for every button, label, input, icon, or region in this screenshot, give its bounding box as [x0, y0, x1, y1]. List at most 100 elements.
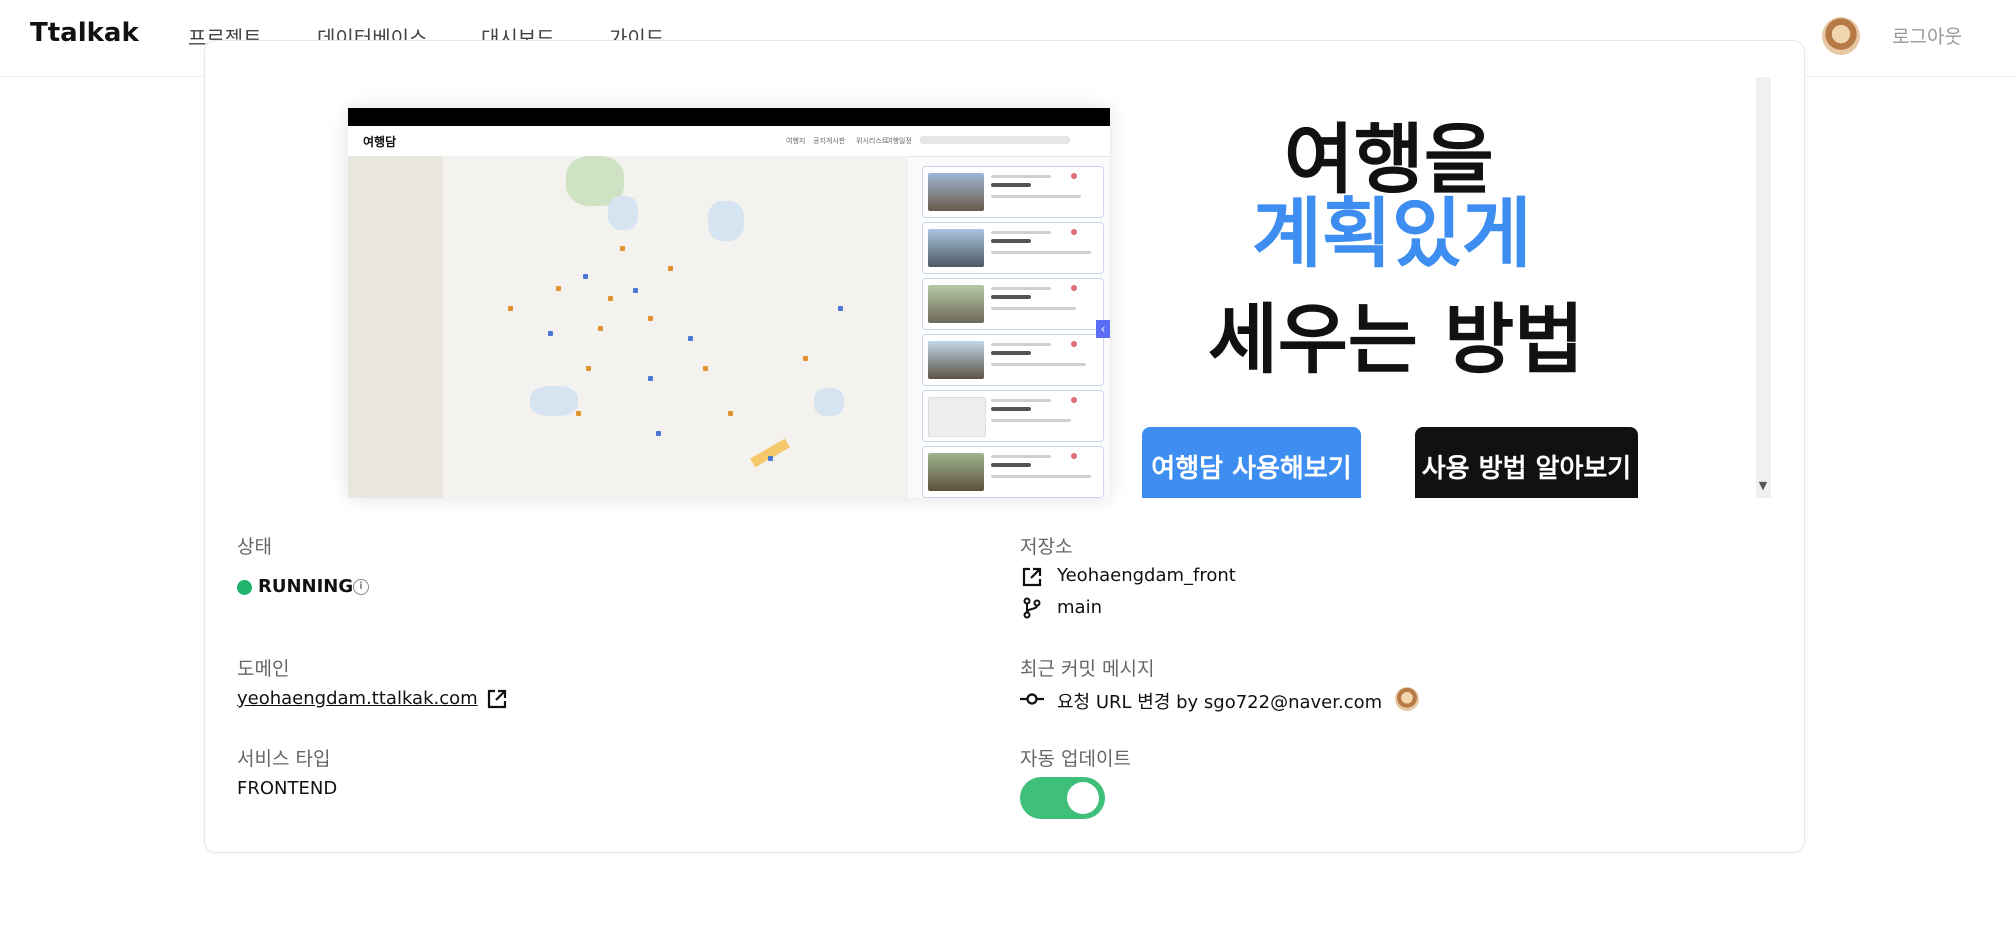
commit-label: 최근 커밋 메시지	[1020, 658, 1155, 680]
preview-place-title	[991, 351, 1031, 355]
map-marker	[703, 366, 708, 371]
brand-logo[interactable]: Ttalkak	[30, 18, 139, 48]
repository-label: 저장소	[1020, 536, 1073, 558]
logout-button[interactable]: 로그아웃	[1892, 22, 1962, 49]
preview-place-thumb	[928, 285, 984, 323]
preview-place-rating	[991, 343, 1051, 346]
preview-place-card	[922, 278, 1104, 330]
map-road	[750, 438, 790, 468]
status-value: RUNNING	[258, 576, 354, 597]
map-marker	[668, 266, 673, 271]
map-marker	[598, 326, 603, 331]
external-link-icon[interactable]	[486, 688, 508, 710]
heart-icon	[1071, 285, 1077, 291]
domain-link[interactable]: yeohaengdam.ttalkak.com	[237, 688, 478, 709]
hero-line-2: 계획있게	[1252, 189, 1532, 278]
heart-icon	[1071, 341, 1077, 347]
preview-menu-item: 여행지	[786, 137, 806, 145]
user-avatar[interactable]	[1822, 17, 1860, 55]
learn-usage-button[interactable]: 사용 방법 알아보기	[1415, 427, 1638, 498]
map-water-area	[608, 196, 638, 230]
preview-place-address	[991, 475, 1091, 478]
toggle-knob	[1067, 782, 1099, 814]
preview-place-thumb	[928, 453, 984, 491]
map-marker	[556, 286, 561, 291]
map-marker	[838, 306, 843, 311]
map-marker	[728, 411, 733, 416]
chevron-left-icon: ‹	[1096, 320, 1110, 338]
preview-place-rating	[991, 231, 1051, 234]
map-marker	[508, 306, 513, 311]
map-marker	[586, 366, 591, 371]
git-commit-icon	[1020, 693, 1044, 705]
preview-app-logo: 여행담	[363, 135, 397, 149]
map-marker	[768, 456, 773, 461]
map-water-area	[530, 386, 578, 416]
preview-place-list	[916, 158, 1110, 498]
map-marker	[608, 296, 613, 301]
preview-place-title	[991, 463, 1031, 467]
map-marker	[633, 288, 638, 293]
repository-name[interactable]: Yeohaengdam_front	[1057, 565, 1236, 586]
external-link-icon[interactable]	[1021, 566, 1043, 588]
branch-name: main	[1057, 597, 1102, 618]
map-marker	[576, 411, 581, 416]
preview-user-info	[920, 136, 1070, 144]
preview-place-address	[991, 419, 1071, 422]
heart-icon	[1071, 173, 1077, 179]
preview-place-rating	[991, 287, 1051, 290]
hero-line-3: 세우는 방법	[1208, 295, 1585, 384]
preview-top-bar	[348, 108, 1110, 126]
info-icon[interactable]: i	[353, 579, 369, 595]
map-sidebar-area	[348, 156, 443, 498]
map-marker	[803, 356, 808, 361]
heart-icon	[1071, 229, 1077, 235]
heart-icon	[1071, 397, 1077, 403]
domain-label: 도메인	[237, 658, 290, 680]
preview-place-card	[922, 222, 1104, 274]
preview-place-card	[922, 334, 1104, 386]
preview-place-thumb	[928, 397, 986, 437]
map-marker	[648, 316, 653, 321]
preview-place-address	[991, 363, 1086, 366]
auto-update-label: 자동 업데이트	[1020, 748, 1131, 770]
heart-icon	[1071, 453, 1077, 459]
preview-place-address	[991, 307, 1076, 310]
service-type-label: 서비스 타입	[237, 748, 331, 770]
map-water-area	[708, 201, 744, 241]
git-branch-icon	[1023, 597, 1041, 619]
preview-place-title	[991, 183, 1031, 187]
auto-update-toggle[interactable]	[1020, 777, 1105, 819]
preview-scrollbar[interactable]	[1756, 77, 1771, 498]
commit-message: 요청 URL 변경 by sgo722@naver.com	[1057, 692, 1383, 713]
preview-place-rating	[991, 399, 1051, 402]
preview-place-rating	[991, 175, 1051, 178]
preview-place-title	[991, 239, 1031, 243]
preview-place-address	[991, 251, 1091, 254]
preview-place-card	[922, 166, 1104, 218]
preview-place-thumb	[928, 173, 984, 211]
preview-place-rating	[991, 455, 1051, 458]
preview-place-title	[991, 407, 1031, 411]
preview-screenshot: 여행담 여행지 공지게시판 위시리스트 여행일정 ‹	[348, 108, 1110, 498]
map-marker	[648, 376, 653, 381]
service-type-value: FRONTEND	[237, 778, 338, 799]
preview-place-card	[922, 390, 1104, 442]
committer-avatar	[1395, 687, 1419, 711]
status-indicator	[237, 580, 252, 595]
preview-place-title	[991, 295, 1031, 299]
scroll-down-icon[interactable]: ▼	[1753, 478, 1773, 494]
map-marker	[688, 336, 693, 341]
preview-menu-item: 여행일정	[886, 137, 912, 145]
map-marker	[620, 246, 625, 251]
map-marker	[583, 274, 588, 279]
preview-menu-item: 위시리스트	[856, 137, 889, 145]
map-marker	[548, 331, 553, 336]
preview-menu-item: 공지게시판	[813, 137, 846, 145]
preview-map	[348, 156, 908, 498]
map-water-area	[814, 388, 844, 416]
status-label: 상태	[237, 536, 272, 558]
preview-place-thumb	[928, 229, 984, 267]
try-service-button[interactable]: 여행담 사용해보기	[1142, 427, 1361, 498]
preview-place-thumb	[928, 341, 984, 379]
